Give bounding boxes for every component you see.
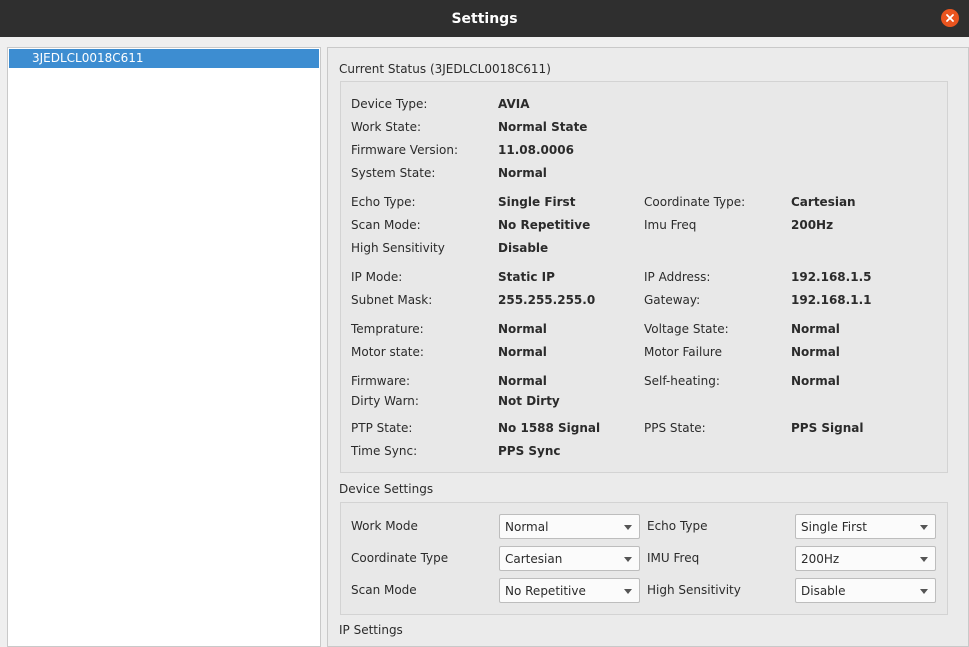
close-icon	[946, 14, 954, 22]
status-label: PTP State:	[351, 421, 413, 435]
current-status-title: Current Status (3JEDLCL0018C611)	[339, 62, 551, 76]
status-value: Normal	[791, 345, 840, 359]
scan-mode-select[interactable]: No Repetitive	[499, 578, 640, 603]
work-mode-label: Work Mode	[351, 519, 418, 533]
status-label: Gateway:	[644, 293, 701, 307]
status-label: Scan Mode:	[351, 218, 421, 232]
work-mode-value: Normal	[505, 519, 549, 534]
echo-type-label: Echo Type	[647, 519, 708, 533]
scan-mode-value: No Repetitive	[505, 583, 586, 598]
status-value: Normal	[498, 374, 547, 388]
status-label: Firmware Version:	[351, 143, 458, 157]
status-value: Normal State	[498, 120, 588, 134]
status-value: Normal	[498, 345, 547, 359]
status-label: Temprature:	[351, 322, 424, 336]
status-value: 255.255.255.0	[498, 293, 596, 307]
status-label: System State:	[351, 166, 436, 180]
coordinate-type-label: Coordinate Type	[351, 551, 449, 565]
status-label: High Sensitivity	[351, 241, 445, 255]
coordinate-type-select[interactable]: Cartesian	[499, 546, 640, 571]
window-title: Settings	[451, 10, 518, 27]
status-label: Echo Type:	[351, 195, 416, 209]
status-label: Device Type:	[351, 97, 428, 111]
device-settings-group: Work Mode Normal Echo Type Single First …	[340, 502, 948, 615]
status-label: Work State:	[351, 120, 422, 134]
status-label: Voltage State:	[644, 322, 729, 336]
imu-freq-select[interactable]: 200Hz	[795, 546, 936, 571]
status-value: Single First	[498, 195, 576, 209]
status-label: Dirty Warn:	[351, 394, 419, 408]
ip-settings-title: IP Settings	[339, 623, 403, 637]
status-value: Normal	[791, 374, 840, 388]
coordinate-type-value: Cartesian	[505, 551, 563, 566]
status-label: IP Mode:	[351, 270, 403, 284]
status-value: Normal	[791, 322, 840, 336]
chevron-down-icon	[920, 557, 928, 562]
status-value: Normal	[498, 322, 547, 336]
status-value: Cartesian	[791, 195, 856, 209]
work-mode-select[interactable]: Normal	[499, 514, 640, 539]
status-value: AVIA	[498, 97, 530, 111]
status-label: Motor state:	[351, 345, 424, 359]
imu-freq-label: IMU Freq	[647, 551, 700, 565]
echo-type-value: Single First	[801, 519, 867, 534]
chevron-down-icon	[624, 557, 632, 562]
close-button[interactable]	[941, 9, 959, 27]
status-label: Imu Freq	[644, 218, 697, 232]
status-value: PPS Signal	[791, 421, 864, 435]
high-sensitivity-value: Disable	[801, 583, 846, 598]
device-list[interactable]: 3JEDLCL0018C611	[7, 47, 321, 647]
status-label: PPS State:	[644, 421, 706, 435]
scan-mode-label: Scan Mode	[351, 583, 417, 597]
status-label: Firmware:	[351, 374, 411, 388]
status-value: 200Hz	[791, 218, 834, 232]
status-value: 11.08.0006	[498, 143, 574, 157]
title-bar: Settings	[0, 0, 969, 37]
imu-freq-value: 200Hz	[801, 551, 840, 566]
current-status-group: Device Type: AVIA Work State: Normal State F…	[340, 81, 948, 473]
status-value: 192.168.1.5	[791, 270, 872, 284]
status-value: No Repetitive	[498, 218, 591, 232]
high-sensitivity-label: High Sensitivity	[647, 583, 741, 597]
status-value: PPS Sync	[498, 444, 561, 458]
chevron-down-icon	[624, 525, 632, 530]
status-value: Not Dirty	[498, 394, 560, 408]
status-label: Time Sync:	[351, 444, 418, 458]
status-label: Self-heating:	[644, 374, 720, 388]
settings-panel: Current Status (3JEDLCL0018C611) Device …	[327, 47, 969, 647]
status-label: Coordinate Type:	[644, 195, 746, 209]
status-label: Subnet Mask:	[351, 293, 433, 307]
chevron-down-icon	[920, 525, 928, 530]
chevron-down-icon	[920, 589, 928, 594]
high-sensitivity-select[interactable]: Disable	[795, 578, 936, 603]
status-value: No 1588 Signal	[498, 421, 601, 435]
status-label: Motor Failure	[644, 345, 722, 359]
echo-type-select[interactable]: Single First	[795, 514, 936, 539]
status-value: Normal	[498, 166, 547, 180]
chevron-down-icon	[624, 589, 632, 594]
status-value: 192.168.1.1	[791, 293, 872, 307]
device-settings-title: Device Settings	[339, 482, 434, 496]
status-label: IP Address:	[644, 270, 711, 284]
device-list-item[interactable]: 3JEDLCL0018C611	[9, 49, 319, 68]
status-value: Static IP	[498, 270, 555, 284]
status-value: Disable	[498, 241, 549, 255]
